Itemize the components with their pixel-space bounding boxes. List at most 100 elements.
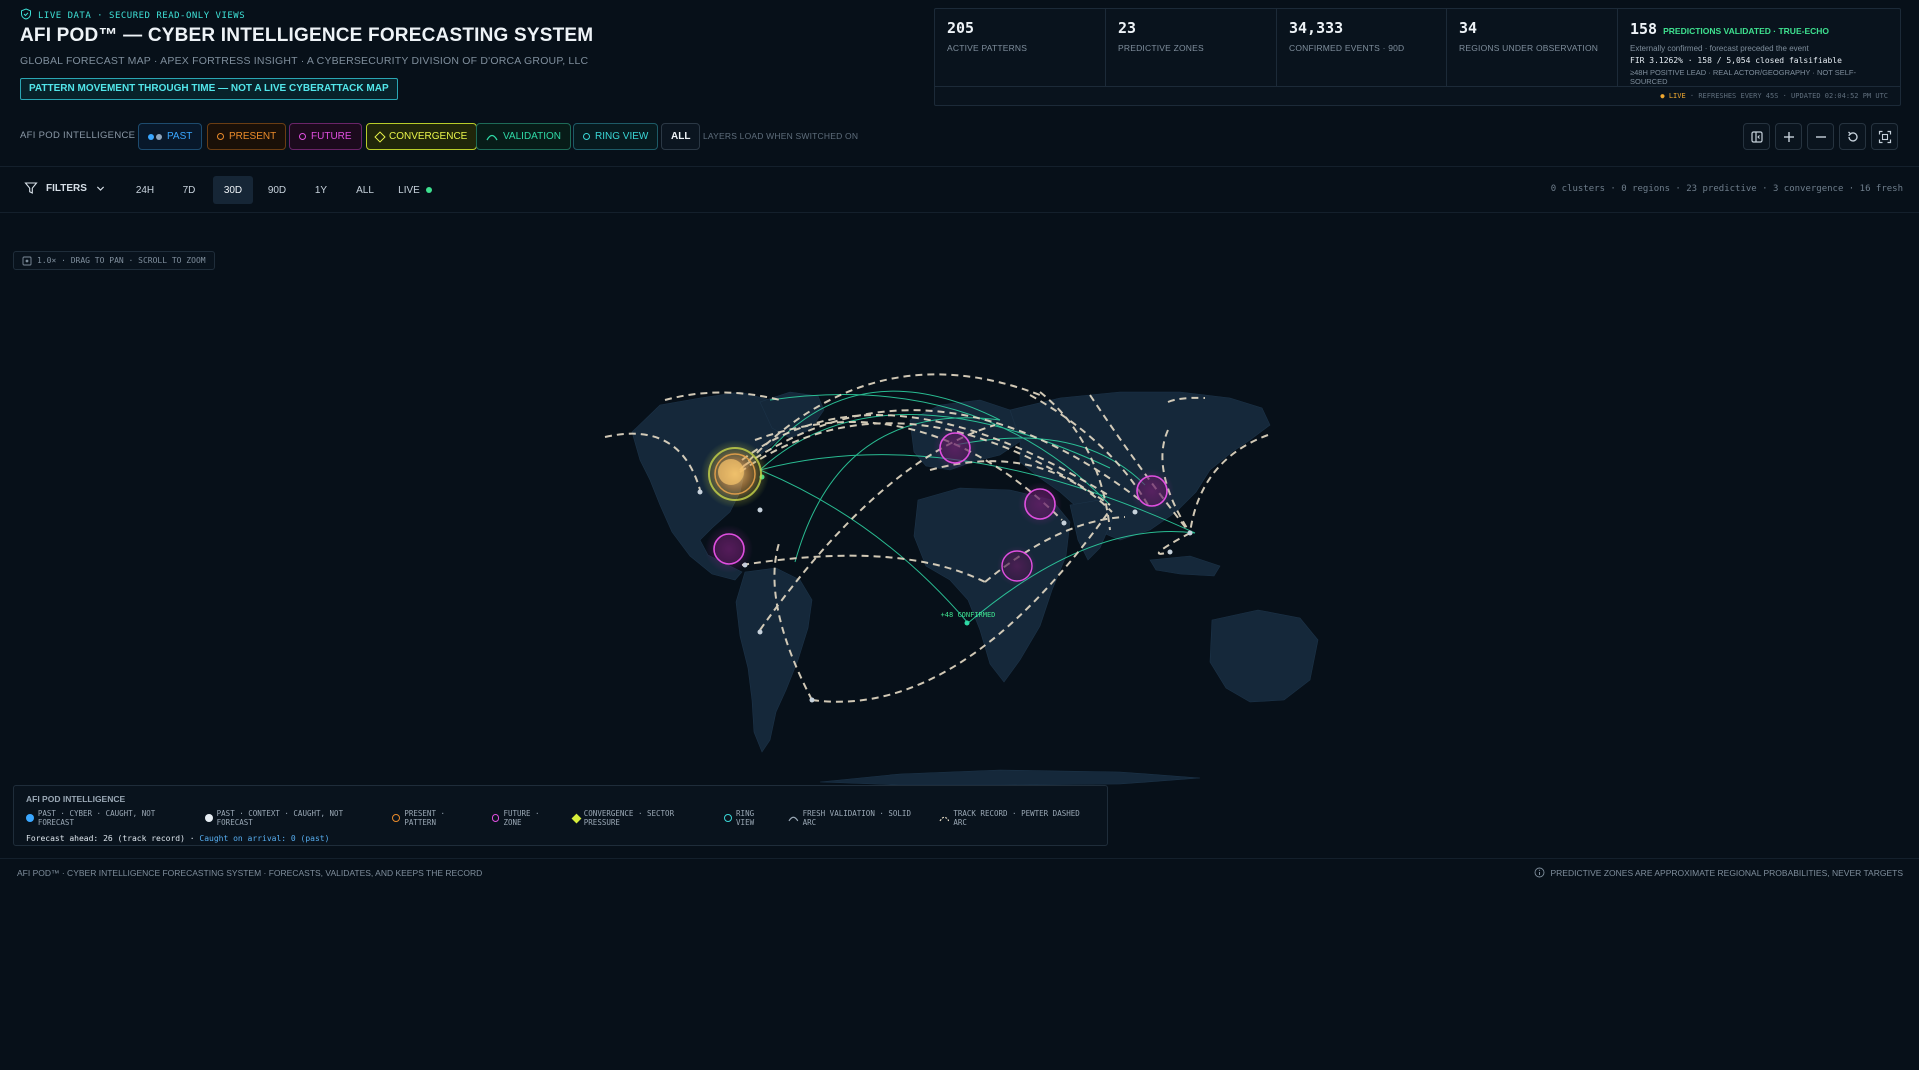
- plus-icon: [1783, 131, 1794, 142]
- info-icon: [1535, 867, 1545, 878]
- layer-convergence-toggle[interactable]: CONVERGENCE: [366, 123, 478, 150]
- future-ring-icon: [299, 133, 306, 140]
- divider: [0, 166, 1919, 167]
- future-zone-ring: [1001, 550, 1033, 582]
- past-point[interactable]: [757, 629, 763, 635]
- future-zone[interactable]: [997, 546, 1037, 586]
- legend-item: RING VIEW: [724, 809, 776, 827]
- stat-regions: 34 REGIONS UNDER OBSERVATION: [1447, 9, 1618, 86]
- range-live-label: LIVE: [398, 184, 420, 196]
- range-90d[interactable]: 90D: [259, 176, 295, 204]
- range-7d[interactable]: 7D: [172, 176, 206, 204]
- layer-all-toggle[interactable]: ALL: [661, 123, 701, 150]
- refresh-text: · REFRESHES EVERY 45S · UPDATED 02:04:52…: [1685, 92, 1888, 100]
- range-24h[interactable]: 24H: [127, 176, 163, 204]
- crosshair-icon: [22, 256, 32, 265]
- stat-predictive-zones: 23 PREDICTIVE ZONES: [1106, 9, 1277, 86]
- layer-future-toggle[interactable]: FUTURE: [289, 123, 362, 150]
- antarctica-shape: [819, 769, 1201, 785]
- forecast-map[interactable]: +48 CONFIRMED 1.0× · DRAG TO PAN · SCROL…: [0, 237, 1919, 857]
- stat-value: 34: [1459, 19, 1478, 37]
- present-core: [718, 459, 744, 485]
- indonesia-shape: [1149, 555, 1221, 577]
- context-dot-icon: [156, 133, 162, 140]
- zoom-hint: 1.0× · DRAG TO PAN · SCROLL TO ZOOM: [37, 256, 206, 265]
- range-30d[interactable]: 30D: [213, 176, 253, 204]
- footer: AFI POD™ · CYBER INTELLIGENCE FORECASTIN…: [0, 858, 1919, 886]
- legend-item: FRESH VALIDATION · SOLID ARC: [788, 809, 927, 827]
- past-point[interactable]: [1061, 520, 1067, 526]
- future-zone[interactable]: [1130, 469, 1174, 513]
- layer-present-toggle[interactable]: PRESENT: [207, 123, 287, 150]
- layer-past-toggle[interactable]: PAST: [138, 123, 203, 150]
- reset-view-button[interactable]: [1839, 123, 1866, 150]
- layer-all-label: ALL: [671, 131, 691, 142]
- confirmed-tag: +48 CONFIRMED: [941, 611, 996, 619]
- layer-ring-view-toggle[interactable]: RING VIEW: [573, 123, 659, 150]
- minus-icon: [1815, 135, 1826, 138]
- legend-label: PAST · CYBER · CAUGHT, NOT FORECAST: [37, 809, 156, 827]
- stat-label: CONFIRMED EVENTS · 90D: [1289, 43, 1405, 53]
- filters-button[interactable]: FILTERS: [24, 181, 106, 195]
- solid-arc-icon: [788, 816, 799, 821]
- legend-items: PAST · CYBER · CAUGHT, NOT FORECAST PAST…: [26, 809, 1095, 827]
- diamond-icon: [571, 813, 582, 823]
- legend-item: FUTURE · ZONE: [491, 809, 561, 827]
- past-point[interactable]: [809, 697, 815, 703]
- zoom-out-button[interactable]: [1807, 123, 1834, 150]
- live-indicator: ● LIVE: [1660, 92, 1686, 100]
- filters-label: FILTERS: [46, 182, 87, 194]
- map-summary: 0 clusters · 0 regions · 23 predictive ·…: [1550, 184, 1903, 194]
- legend-label: FUTURE · ZONE: [503, 809, 540, 827]
- legend-label: PRESENT · PATTERN: [404, 809, 445, 827]
- layer-future-label: FUTURE: [311, 131, 352, 142]
- zoom-indicator: 1.0× · DRAG TO PAN · SCROLL TO ZOOM: [13, 251, 215, 270]
- layer-validation-toggle[interactable]: VALIDATION: [476, 123, 571, 150]
- past-point[interactable]: [1167, 549, 1173, 555]
- fit-view-button[interactable]: [1871, 123, 1898, 150]
- past-point[interactable]: [757, 507, 763, 513]
- orange-ring-icon: [392, 814, 401, 822]
- past-point[interactable]: [697, 489, 703, 495]
- layer-toolbar-label: AFI POD INTELLIGENCE: [20, 130, 136, 141]
- zoom-in-button[interactable]: [1775, 123, 1802, 150]
- validated-badge: PREDICTIONS VALIDATED · TRUE-ECHO: [1663, 26, 1830, 36]
- disclaimer-badge: PATTERN MOVEMENT THROUGH TIME — NOT A LI…: [20, 78, 398, 100]
- world-map[interactable]: +48 CONFIRMED: [0, 237, 1919, 785]
- stat-value: 205: [947, 19, 975, 37]
- stat-label: REGIONS UNDER OBSERVATION: [1459, 43, 1599, 53]
- forecast-ahead-text: Forecast ahead: 26 (track record) ·: [26, 834, 200, 843]
- fit-screen-icon: [1878, 130, 1891, 143]
- track-arc: [1157, 532, 1191, 555]
- future-zone[interactable]: [933, 426, 977, 470]
- layer-present-label: PRESENT: [229, 131, 277, 142]
- map-legend: AFI POD INTELLIGENCE PAST · CYBER · CAUG…: [13, 785, 1108, 846]
- live-label: LIVE DATA · SECURED READ-ONLY VIEWS: [38, 10, 246, 21]
- live-status: LIVE DATA · SECURED READ-ONLY VIEWS: [20, 8, 245, 23]
- past-point[interactable]: [1132, 509, 1138, 515]
- range-1y[interactable]: 1Y: [304, 176, 338, 204]
- past-point[interactable]: [1187, 530, 1193, 536]
- legend-label: CONVERGENCE · SECTOR PRESSURE: [583, 809, 675, 827]
- stat-value: 23: [1118, 19, 1137, 37]
- legend-item: CONVERGENCE · SECTOR PRESSURE: [571, 809, 712, 827]
- range-all[interactable]: ALL: [346, 176, 384, 204]
- stat-validated: 158 PREDICTIONS VALIDATED · TRUE-ECHO Ext…: [1618, 9, 1900, 86]
- validation-point[interactable]: [964, 620, 970, 626]
- stat-label: ACTIVE PATTERNS: [947, 43, 1028, 53]
- dashed-arc-icon: [939, 816, 949, 821]
- legend-label: PAST · CONTEXT · CAUGHT, NOT FORECAST: [216, 809, 344, 827]
- legend-label: RING VIEW: [736, 809, 755, 827]
- live-dot-icon: [425, 187, 432, 193]
- future-zone[interactable]: [1018, 482, 1062, 526]
- sidebar-toggle-button[interactable]: [1743, 123, 1770, 150]
- legend-item: TRACK RECORD · PEWTER DASHED ARC: [939, 809, 1095, 827]
- reset-icon: [1847, 131, 1858, 142]
- range-live[interactable]: LIVE: [392, 176, 438, 204]
- present-ring-icon: [217, 133, 224, 140]
- arc-icon: [486, 134, 498, 140]
- convergence-hotspot[interactable]: [701, 440, 769, 508]
- future-zone[interactable]: [705, 525, 753, 573]
- india-shape: [1069, 499, 1113, 561]
- divider: [0, 212, 1919, 213]
